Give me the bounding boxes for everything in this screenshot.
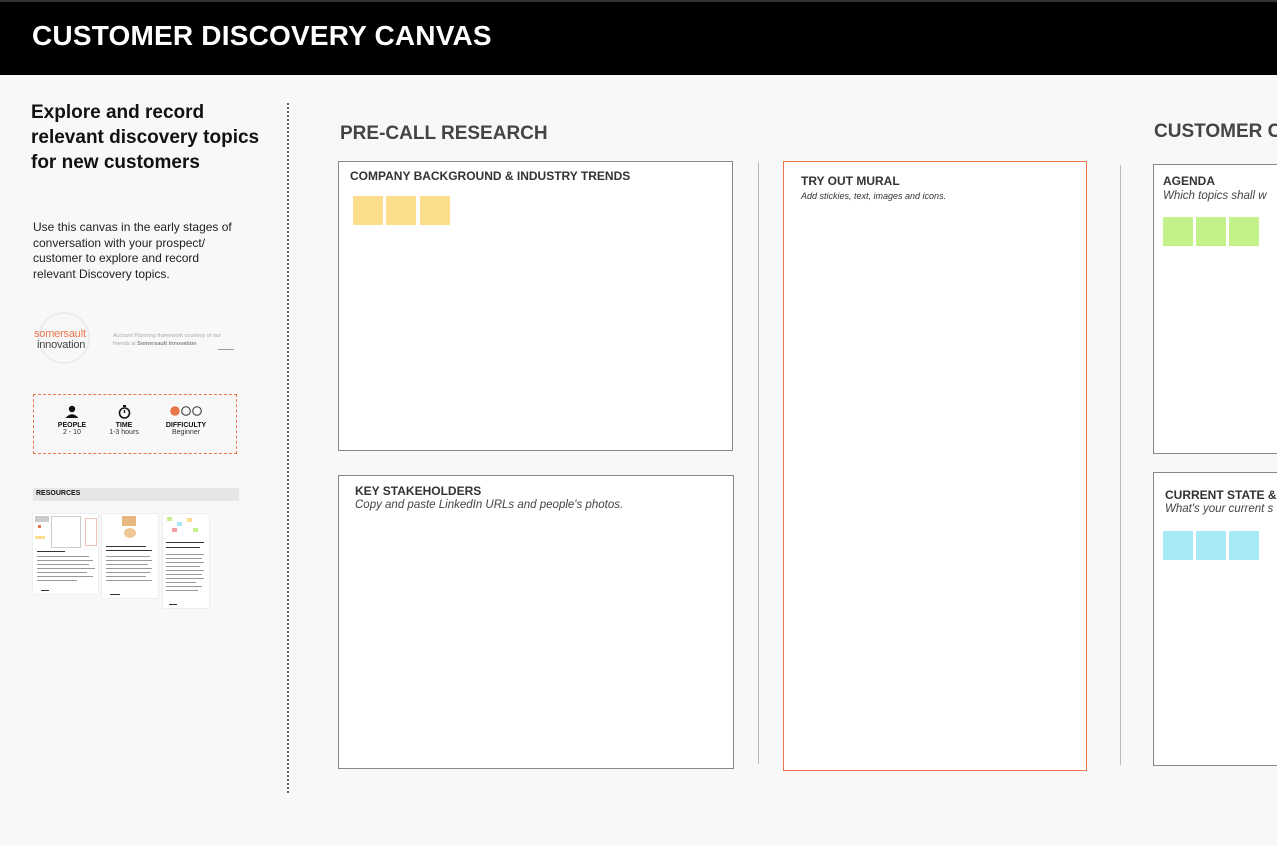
panel-try-out-mural-title[interactable]: TRY OUT MURAL bbox=[801, 174, 900, 188]
panel-current-state-subtitle[interactable]: What's your current s bbox=[1165, 503, 1273, 515]
sticky-note[interactable] bbox=[1163, 217, 1193, 246]
difficulty-dots-icon bbox=[156, 405, 216, 420]
dotted-divider bbox=[287, 103, 289, 793]
sticky-note[interactable] bbox=[1229, 217, 1259, 246]
section-title-precall[interactable]: PRE-CALL RESEARCH bbox=[340, 123, 548, 145]
stat-time-value: 1-3 hours bbox=[109, 429, 139, 436]
panel-current-state[interactable]: CURRENT STATE & I What's your current s bbox=[1153, 472, 1277, 766]
sticky-note[interactable] bbox=[353, 196, 383, 225]
stat-time: TIME 1-3 hours bbox=[94, 405, 154, 436]
panel-agenda-subtitle[interactable]: Which topics shall w bbox=[1163, 190, 1267, 202]
panel-agenda-title[interactable]: AGENDA bbox=[1163, 174, 1215, 188]
panel-key-stakeholders-title[interactable]: KEY STAKEHOLDERS bbox=[355, 484, 481, 498]
sticky-note[interactable] bbox=[1196, 531, 1226, 560]
panel-company-background[interactable]: COMPANY BACKGROUND & INDUSTRY TRENDS bbox=[338, 161, 733, 451]
section-divider bbox=[758, 162, 759, 764]
credit-text[interactable]: Account Planning framework courtesy of o… bbox=[113, 332, 238, 348]
sticky-note[interactable] bbox=[420, 196, 450, 225]
stat-time-label: TIME bbox=[115, 422, 133, 429]
stat-difficulty-value: Beginner bbox=[171, 429, 201, 436]
sticky-note[interactable] bbox=[1163, 531, 1193, 560]
sticky-note[interactable] bbox=[386, 196, 416, 225]
stat-people: PEOPLE 2 - 10 bbox=[42, 405, 102, 436]
person-icon bbox=[42, 405, 102, 420]
credit-name: Somersault Innovation bbox=[137, 341, 197, 347]
stat-people-label: PEOPLE bbox=[57, 422, 87, 429]
logo-text-innovation[interactable]: innovation bbox=[37, 339, 85, 351]
panel-try-out-mural[interactable]: TRY OUT MURAL Add stickies, text, images… bbox=[783, 161, 1087, 771]
section-title-customer[interactable]: CUSTOMER C bbox=[1154, 121, 1277, 143]
resource-thumbnail[interactable] bbox=[102, 514, 158, 598]
sticky-note[interactable] bbox=[1196, 217, 1226, 246]
intro-description[interactable]: Use this canvas in the early stages of c… bbox=[33, 220, 238, 282]
stopwatch-icon bbox=[94, 405, 154, 420]
panel-key-stakeholders[interactable]: KEY STAKEHOLDERS Copy and paste LinkedIn… bbox=[338, 475, 734, 769]
section-divider bbox=[1120, 165, 1121, 765]
resource-thumbnail[interactable] bbox=[33, 514, 98, 594]
panel-current-state-title[interactable]: CURRENT STATE & I bbox=[1165, 488, 1277, 502]
stat-difficulty-label: DIFFICULTY bbox=[165, 422, 207, 429]
panel-agenda[interactable]: AGENDA Which topics shall w bbox=[1153, 164, 1277, 454]
stats-box[interactable]: PEOPLE 2 - 10 TIME 1-3 hours DIFFICULTY … bbox=[33, 394, 237, 454]
canvas-title: CUSTOMER DISCOVERY CANVAS bbox=[32, 20, 492, 51]
panel-company-background-title[interactable]: COMPANY BACKGROUND & INDUSTRY TRENDS bbox=[350, 169, 630, 183]
intro-heading[interactable]: Explore and record relevant discovery to… bbox=[31, 100, 261, 175]
panel-key-stakeholders-subtitle[interactable]: Copy and paste LinkedIn URLs and people'… bbox=[355, 499, 623, 511]
resource-thumbnail[interactable] bbox=[163, 514, 209, 608]
credit-underline bbox=[218, 349, 234, 350]
sticky-note[interactable] bbox=[1229, 531, 1259, 560]
stat-people-value: 2 - 10 bbox=[63, 429, 81, 436]
resources-label[interactable]: RESOURCES bbox=[36, 490, 80, 497]
panel-try-out-mural-subtitle[interactable]: Add stickies, text, images and icons. bbox=[801, 191, 946, 201]
stat-difficulty: DIFFICULTY Beginner bbox=[156, 405, 216, 436]
